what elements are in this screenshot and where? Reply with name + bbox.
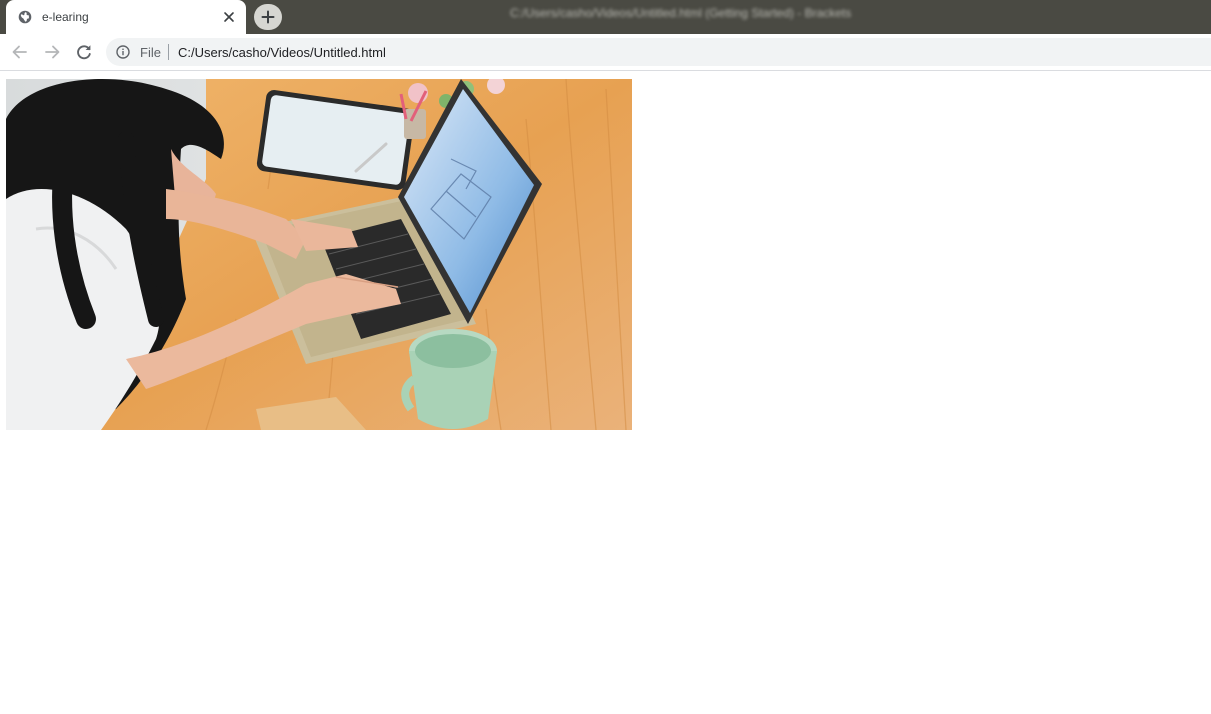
tab-active[interactable]: e-learing [6, 0, 246, 34]
photo-girl-laptop [6, 79, 632, 430]
browser-toolbar: File C:/Users/casho/Videos/Untitled.html [0, 34, 1211, 71]
url-text[interactable]: C:/Users/casho/Videos/Untitled.html [178, 45, 386, 60]
address-bar[interactable]: File C:/Users/casho/Videos/Untitled.html [106, 38, 1211, 66]
window-title: C:/Users/casho/Videos/Untitled.html (Get… [510, 6, 852, 20]
arrow-right-icon[interactable] [41, 42, 63, 62]
plus-icon [261, 10, 275, 24]
info-icon[interactable] [116, 45, 130, 59]
page-content [0, 71, 1211, 714]
new-tab-button[interactable] [254, 4, 282, 30]
url-scheme-label: File [140, 45, 161, 60]
reload-icon[interactable] [73, 42, 95, 62]
globe-icon [18, 10, 32, 24]
tab-title: e-learing [42, 10, 89, 24]
arrow-left-icon[interactable] [9, 42, 31, 62]
hero-image [6, 79, 632, 430]
close-icon[interactable] [221, 9, 237, 25]
browser-titlebar: C:/Users/casho/Videos/Untitled.html (Get… [0, 0, 1211, 34]
omnibox-divider [168, 44, 169, 60]
